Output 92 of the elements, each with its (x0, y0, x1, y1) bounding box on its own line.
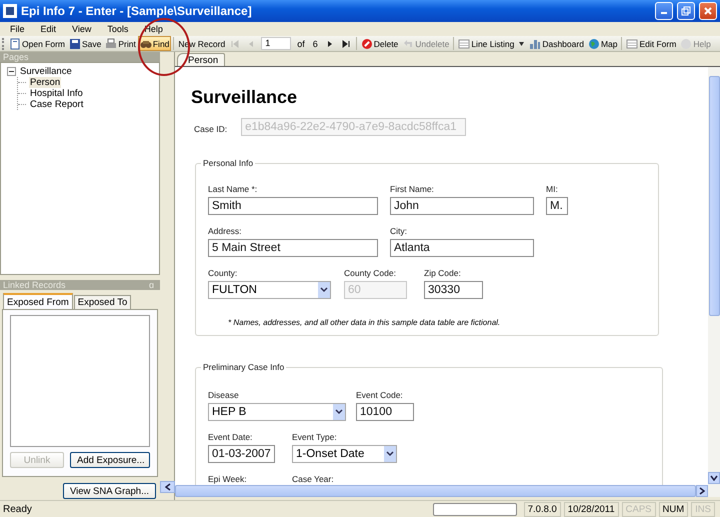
toolbar-button[interactable]: Map (586, 36, 620, 51)
footnote: * Names, addresses, and all other data in this sample data table are fictional. (228, 318, 502, 327)
dropdown-field[interactable]: 1-Onset Date (292, 445, 397, 463)
window-title: Epi Info 7 - Enter - [Sample\Surveillance] (21, 4, 253, 18)
globe-icon (588, 38, 600, 50)
field-label: Case ID: (194, 124, 228, 135)
field-label: First Name: (390, 184, 435, 195)
close-button[interactable] (699, 2, 717, 20)
text-field[interactable]: John (390, 197, 534, 215)
text-field[interactable]: 5 Main Street (208, 239, 378, 257)
tab[interactable]: Exposed From (3, 293, 73, 309)
menu-item[interactable]: File (4, 22, 31, 36)
grid-icon (458, 38, 470, 50)
panel-title: Linked Records (3, 280, 66, 290)
toolbar-button[interactable]: Delete (358, 36, 400, 51)
grid-icon (626, 38, 638, 50)
field-label: Event Code: (356, 390, 404, 401)
bar-chart-icon (529, 38, 542, 50)
field-label: MI: (546, 184, 559, 195)
last-record-icon (340, 38, 352, 50)
status-panel: 10/28/2011 (564, 502, 619, 516)
field-label: Epi Week: (208, 474, 248, 485)
close-icon (703, 6, 713, 16)
toolbar-button[interactable]: Print (103, 36, 138, 51)
restore-button[interactable] (677, 2, 695, 20)
chevron-down-icon (710, 475, 718, 481)
toolbar-button[interactable]: Save (67, 36, 104, 51)
first-record-icon (229, 38, 242, 50)
push-button[interactable]: Add Exposure... (70, 452, 150, 468)
delete-icon (360, 38, 373, 50)
page-tab[interactable]: Person (177, 53, 226, 66)
field-label: Last Name *: (208, 184, 258, 195)
panel-title: Pages (3, 52, 29, 62)
dropdown-field[interactable]: HEP B (208, 403, 346, 421)
undo-arrow-icon (402, 38, 414, 50)
tab[interactable]: Exposed To (74, 295, 132, 309)
status-panel: 7.0.8.0 (524, 502, 561, 516)
tree-item[interactable]: Surveillance (19, 66, 73, 77)
restore-icon (681, 6, 691, 16)
field-label: Event Type: (292, 432, 338, 443)
text-field[interactable]: Smith (208, 197, 378, 215)
field-label: Address: (208, 226, 243, 237)
toolbar-button[interactable]: Line Listing (456, 36, 516, 51)
chevron-icon (384, 446, 396, 462)
dropdown-field[interactable]: FULTON (208, 281, 331, 299)
field-label: Disease (208, 390, 240, 401)
field-label: Case Year: (292, 474, 335, 485)
chevron-icon (333, 404, 345, 420)
menu-item[interactable]: Tools (101, 22, 134, 36)
field-label: County Code: (344, 268, 397, 279)
chevron-right-icon (699, 487, 705, 495)
tree-item[interactable]: Person (29, 77, 62, 88)
status-text: Ready (3, 504, 33, 514)
save-icon (69, 38, 81, 50)
field-label: Event Date: (208, 432, 254, 443)
record-of-label: of (296, 38, 306, 48)
tree-item[interactable]: Case Report (29, 99, 84, 110)
toolbar-button[interactable]: Edit Form (624, 36, 678, 51)
toolbar-button[interactable]: Open Form (7, 36, 67, 51)
text-field[interactable]: 10100 (356, 403, 414, 421)
form-icon (9, 38, 21, 50)
minimize-button[interactable] (655, 2, 673, 20)
toolbar-button[interactable]: Dashboard (527, 36, 586, 51)
collapse-icon[interactable] (7, 67, 16, 76)
text-field[interactable]: M. (546, 197, 568, 215)
menu-item[interactable]: Edit (34, 22, 62, 36)
app-icon (3, 4, 17, 18)
text-field[interactable]: 30330 (424, 281, 483, 299)
tree-item[interactable]: Hospital Info (29, 88, 84, 99)
record-number-field[interactable]: 1 (261, 37, 292, 50)
field-label: City: (390, 226, 408, 237)
group-title: Preliminary Case Info (202, 362, 286, 372)
dropdown-arrow-icon[interactable] (519, 42, 524, 46)
field-label: Zip Code: (424, 268, 462, 279)
text-field[interactable]: Atlanta (390, 239, 534, 257)
menu-item[interactable]: View (66, 22, 98, 36)
graph-button[interactable]: View SNA Graph... (62, 483, 156, 499)
horizontal-scrollbar[interactable] (175, 485, 720, 497)
vertical-scrollbar[interactable] (708, 67, 720, 485)
group-title: Personal Info (202, 158, 254, 168)
chevron-left-icon (164, 483, 170, 491)
help-icon (680, 38, 692, 50)
printer-icon (105, 38, 118, 50)
record-count: 6 (312, 38, 319, 48)
scroll-left-button[interactable] (160, 481, 175, 493)
list-box[interactable] (10, 315, 150, 447)
status-panel: NUM (658, 502, 688, 516)
text-field[interactable]: 01-03-2007 (208, 445, 275, 463)
form-title: Surveillance (191, 87, 298, 108)
toolbar-button[interactable]: Find (138, 36, 172, 51)
field-label: County: (208, 268, 238, 279)
chevron-icon (318, 282, 330, 298)
